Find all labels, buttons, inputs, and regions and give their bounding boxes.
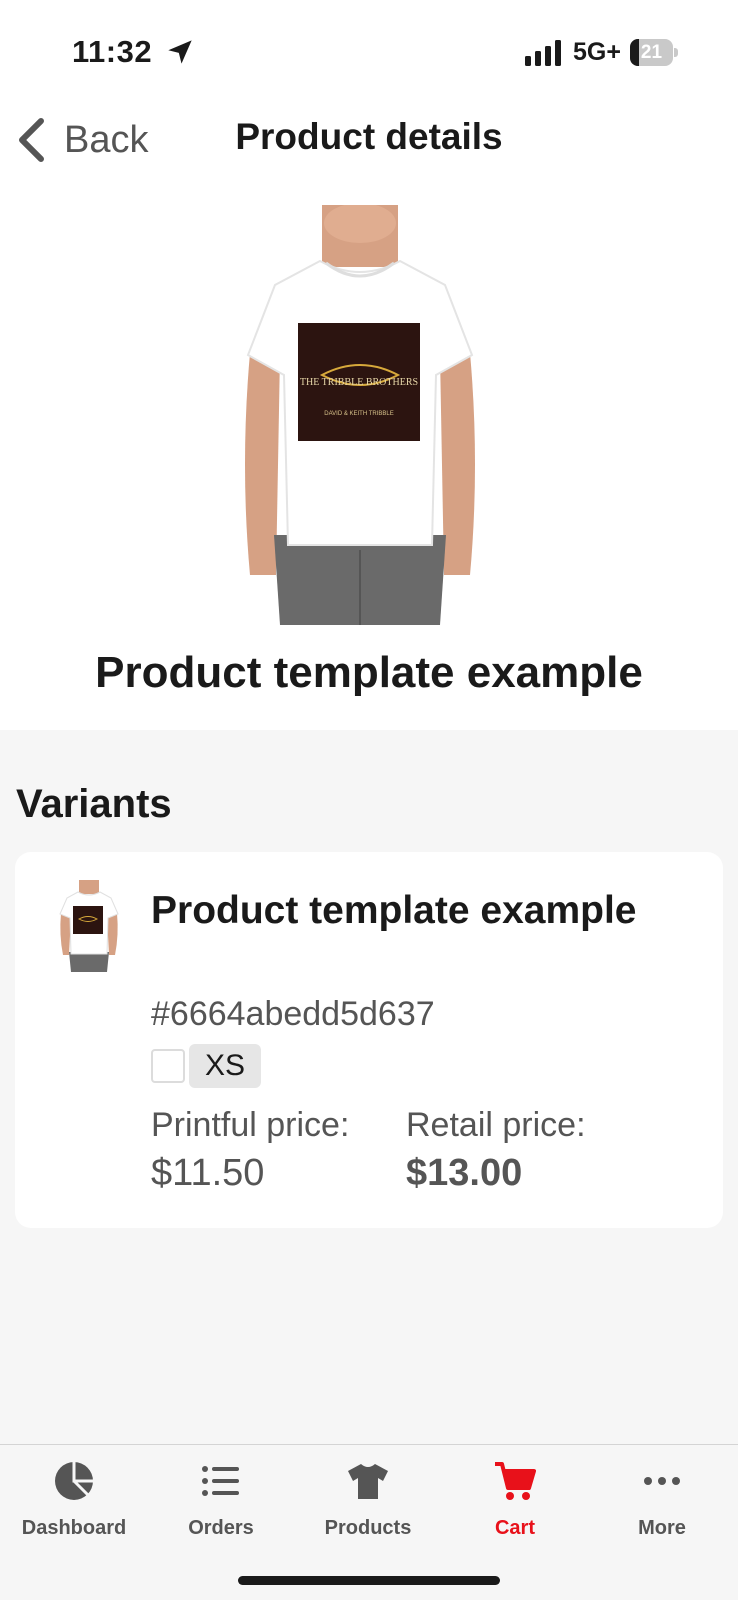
tab-dashboard[interactable]: Dashboard [0,1459,148,1540]
tab-cart-label: Cart [494,1517,535,1539]
signal-icon [525,40,561,66]
retail-price: Retail price: $13.00 [406,1102,586,1198]
tab-products-label: Products [324,1517,412,1539]
network-type: 5G+ [573,38,621,66]
home-indicator [238,1576,500,1585]
navigation-bar: Product details Back [0,100,738,180]
status-time: 11:32 [72,34,153,69]
retail-price-label: Retail price: [406,1106,586,1144]
tab-orders-label: Orders [188,1517,254,1539]
chevron-left-icon [19,118,44,162]
cart-icon [495,1462,536,1500]
print-title: THE TRIBBLE BROTHERS [300,377,418,388]
print-subtitle: DAVID & KEITH TRIBBLE [324,411,393,417]
list-icon [202,1466,239,1496]
product-title: Product template example [95,648,643,697]
page-title-text: Product details [235,116,503,157]
product-image: THE TRIBBLE BROTHERS DAVID & KEITH TRIBB… [245,205,475,625]
tab-dashboard-label: Dashboard [21,1517,127,1539]
variant-options: XS [151,1044,262,1088]
more-dots-icon [644,1477,680,1485]
pie-chart-icon [55,1462,93,1500]
tab-orders[interactable]: Orders [147,1459,295,1540]
variant-card[interactable]: Product template example #6664abedd5d637… [15,852,723,1228]
printful-price-value: $11.50 [151,1152,265,1194]
location-arrow-icon [168,40,192,64]
printful-price-label: Printful price: [151,1106,350,1144]
tshirt-icon [348,1464,388,1499]
tab-products[interactable]: Products [294,1459,442,1540]
tab-more[interactable]: More [588,1459,736,1540]
variant-thumbnail [59,880,119,972]
variant-id: #6664abedd5d637 [151,995,435,1033]
size-chip: XS [189,1044,262,1088]
tab-more-label: More [638,1517,686,1539]
back-label: Back [64,118,149,161]
battery-level: 21 [640,42,663,63]
status-bar: 11:32 5G+ 21 [0,0,738,100]
back-button[interactable]: Back [16,112,148,168]
retail-price-value: $13.00 [406,1152,523,1194]
variants-heading: Variants [16,782,172,826]
tab-cart[interactable]: Cart [441,1459,589,1540]
color-swatch [151,1049,185,1083]
printful-price: Printful price: $11.50 [151,1102,349,1198]
variant-name: Product template example [151,889,637,932]
battery-icon: 21 [630,39,678,66]
